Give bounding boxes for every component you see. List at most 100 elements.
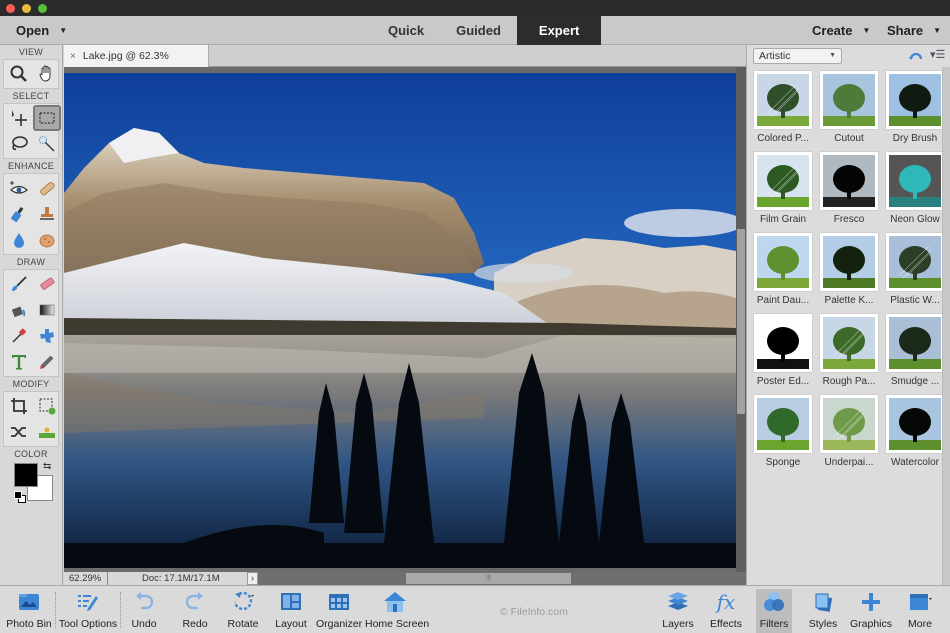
- home-screen-button[interactable]: Home Screen: [365, 589, 429, 633]
- blur-tool[interactable]: [5, 227, 33, 253]
- filter-dry-brush[interactable]: Dry Brush: [884, 71, 946, 152]
- layout-button[interactable]: Layout: [273, 589, 309, 633]
- color-swatches: ⇆: [3, 461, 59, 511]
- default-colors-button[interactable]: [14, 491, 22, 499]
- filter-sponge[interactable]: Sponge: [752, 395, 814, 476]
- zoom-window-button[interactable]: [38, 4, 47, 13]
- filter-cutout[interactable]: Cutout: [818, 71, 880, 152]
- rectangular-marquee-tool[interactable]: [33, 105, 61, 131]
- layers-button[interactable]: Layers: [660, 589, 696, 633]
- filter-neon-glow[interactable]: Neon Glow: [884, 152, 946, 233]
- open-label: Open: [16, 23, 50, 38]
- eyedropper-tool[interactable]: [5, 323, 33, 349]
- filter-palette-knife[interactable]: Palette K...: [818, 233, 880, 314]
- filter-watercolor[interactable]: Watercolor: [884, 395, 946, 476]
- filter-colored-pencil[interactable]: Colored P...: [752, 71, 814, 152]
- pencil-tool[interactable]: [33, 349, 61, 375]
- tree-icon: [757, 398, 809, 450]
- filters-button[interactable]: Filters: [756, 589, 792, 633]
- section-title-color: COLOR: [14, 449, 48, 459]
- redo-button[interactable]: Redo: [178, 589, 212, 633]
- vertical-scroll-thumb[interactable]: [737, 229, 745, 414]
- lasso-tool[interactable]: [5, 131, 33, 157]
- filter-fresco[interactable]: Fresco: [818, 152, 880, 233]
- sponge-tool[interactable]: [33, 227, 61, 253]
- close-tab-icon[interactable]: ×: [70, 51, 76, 62]
- zoom-tool[interactable]: [5, 61, 33, 87]
- filter-poster-edges[interactable]: Poster Ed...: [752, 314, 814, 395]
- reset-icon[interactable]: [909, 50, 923, 62]
- close-window-button[interactable]: [6, 4, 15, 13]
- swap-colors-icon[interactable]: ⇆: [43, 461, 51, 472]
- panel-menu-icon[interactable]: ▾☰: [930, 48, 945, 61]
- horizontal-scroll-thumb[interactable]: |||: [406, 573, 571, 584]
- paint-bucket-tool[interactable]: [5, 297, 33, 323]
- draw-tools: [3, 269, 59, 377]
- eraser-icon: [40, 277, 55, 290]
- filter-smudge-stick[interactable]: Smudge ...: [884, 314, 946, 395]
- magic-wand-icon: [39, 136, 55, 152]
- document-size-info: Doc: 17.1M/17.1M: [108, 572, 247, 585]
- tab-quick[interactable]: Quick: [372, 16, 440, 45]
- status-menu-arrow[interactable]: ›: [247, 572, 258, 585]
- horizontal-scrollbar[interactable]: |||: [258, 572, 746, 585]
- tool-options-button[interactable]: Tool Options: [58, 589, 118, 633]
- lasso-icon: [12, 136, 28, 151]
- image-canvas[interactable]: [64, 73, 736, 568]
- spot-healing-brush-tool[interactable]: [33, 175, 61, 201]
- graphics-button[interactable]: Graphics: [849, 589, 893, 633]
- filter-film-grain[interactable]: Film Grain: [752, 152, 814, 233]
- filter-underpainting[interactable]: Underpai...: [818, 395, 880, 476]
- move-tool[interactable]: [5, 105, 33, 131]
- custom-shape-tool[interactable]: [33, 323, 61, 349]
- eraser-tool[interactable]: [33, 271, 61, 297]
- hand-tool[interactable]: [33, 61, 61, 87]
- hand-icon: [39, 65, 51, 82]
- rotate-button[interactable]: Rotate: [224, 589, 262, 633]
- menubar: Open ▼ Quick Guided Expert Create ▼ Share ▼: [0, 16, 950, 45]
- zoom-level-field[interactable]: 62.29%: [64, 572, 108, 585]
- quick-selection-tool[interactable]: [33, 131, 61, 157]
- organizer-button[interactable]: Organizer: [316, 589, 362, 633]
- content-aware-move-tool[interactable]: [5, 419, 33, 445]
- tab-guided[interactable]: Guided: [440, 16, 517, 45]
- create-button[interactable]: Create ▼: [812, 16, 870, 45]
- photo-bin-button[interactable]: Photo Bin: [6, 589, 52, 633]
- document-area: ×Lake.jpg @ 62.3% (RGB/8): [64, 45, 746, 585]
- filter-label: Poster Ed...: [756, 376, 810, 387]
- type-tool[interactable]: [5, 349, 33, 375]
- share-label: Share: [887, 23, 924, 38]
- red-eye-tool[interactable]: [5, 175, 33, 201]
- vertical-scrollbar[interactable]: [736, 67, 746, 572]
- filter-thumbnail: [754, 152, 812, 210]
- document-tab[interactable]: ×Lake.jpg @ 62.3% (RGB/8): [64, 45, 209, 85]
- share-button[interactable]: Share ▼: [887, 16, 941, 45]
- marquee-icon: [39, 112, 55, 124]
- gradient-tool[interactable]: [33, 297, 61, 323]
- move-icon: [12, 110, 27, 126]
- straighten-tool[interactable]: [33, 419, 61, 445]
- tab-expert[interactable]: Expert: [516, 16, 602, 45]
- separator: [55, 592, 56, 628]
- open-button[interactable]: Open ▼: [16, 16, 67, 45]
- foreground-color-swatch[interactable]: [14, 463, 38, 487]
- tree-icon: [823, 74, 875, 126]
- crop-tool[interactable]: [5, 393, 33, 419]
- smart-brush-tool[interactable]: [5, 201, 33, 227]
- more-button[interactable]: More: [902, 589, 938, 633]
- brush-tool[interactable]: [5, 271, 33, 297]
- redo-icon: [185, 592, 203, 610]
- filter-plastic-wrap[interactable]: Plastic W...: [884, 233, 946, 314]
- filter-rough-pastels[interactable]: Rough Pa...: [818, 314, 880, 395]
- effects-button[interactable]: fx Effects: [708, 589, 744, 633]
- crop-icon: [11, 398, 27, 414]
- recompose-tool[interactable]: [33, 393, 61, 419]
- filter-category-select[interactable]: Artistic ▼: [753, 48, 842, 64]
- filter-paint-daubs[interactable]: Paint Dau...: [752, 233, 814, 314]
- undo-button[interactable]: Undo: [127, 589, 161, 633]
- minimize-window-button[interactable]: [22, 4, 31, 13]
- tree-icon: [889, 398, 941, 450]
- styles-button[interactable]: Styles: [805, 589, 841, 633]
- panel-scrollbar[interactable]: [942, 67, 950, 585]
- clone-stamp-tool[interactable]: [33, 201, 61, 227]
